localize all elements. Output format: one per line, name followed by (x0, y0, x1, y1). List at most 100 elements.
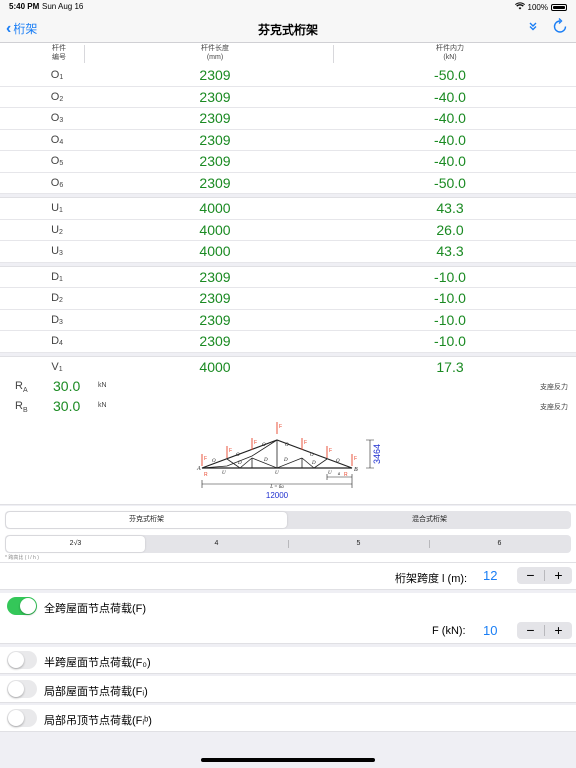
height-label: 3464 (372, 444, 382, 464)
member-id: U3 (50, 245, 64, 257)
table-row: D3 2309 -10.0 (0, 310, 576, 331)
full-span-load-switch[interactable] (7, 597, 37, 615)
svg-text:O: O (310, 453, 314, 458)
load-row-half-span: 半跨屋面节点荷载(F₀) (0, 647, 576, 674)
member-table: O1 2309 -50.0 O2 2309 -40.0 O3 2309 -40.0 O4 2309 -… (0, 65, 576, 400)
load-row-full-span: 全跨屋面节点荷载(F) (0, 593, 576, 620)
table-row: U1 4000 43.3 (0, 198, 576, 220)
member-id-sub: 6 (59, 181, 64, 189)
svg-text:U: U (328, 471, 332, 476)
member-id-letter: U (51, 245, 60, 257)
table-row: D4 2309 -10.0 (0, 331, 576, 353)
member-force: -40.0 (434, 153, 466, 169)
reaction-sub: B (22, 407, 28, 415)
full-span-load-label: 全跨屋面节点荷载(F) (44, 603, 147, 615)
segment-ratio-1[interactable]: 2√3 (6, 536, 145, 552)
local-roof-load-switch[interactable] (7, 680, 37, 698)
segment-mixed-truss[interactable]: 混合式桁架 (288, 511, 571, 529)
ratio-segmented-control: 2√3 4 5 6 (5, 535, 571, 553)
member-id-letter: U (51, 223, 60, 236)
member-id-sub: 2 (59, 297, 63, 304)
span-label: 12000 (266, 491, 289, 500)
navigation-bar: ‹ 桁架 芬克式桁架 (0, 14, 576, 43)
member-id-letter: V (51, 360, 59, 373)
svg-text:O: O (236, 453, 240, 458)
member-force: -50.0 (434, 67, 466, 83)
svg-text:F: F (254, 440, 257, 446)
member-force: -10.0 (434, 311, 466, 328)
svg-text:R: R (204, 472, 208, 478)
span-label-text: 桁架跨度 l (m): (395, 573, 468, 585)
truss-diagram-svg: FFFFFFF RR OOO OOO UUU DD DD A B 3464 L = … (196, 422, 382, 500)
segment-ratio-4[interactable]: 6 (429, 535, 570, 553)
switch-knob (20, 598, 36, 614)
local-ceiling-load-label: 局部吊顶节点荷载(Fᵢᵇ) (44, 715, 152, 727)
wifi-icon (514, 2, 525, 12)
member-id-sub: 4 (59, 138, 64, 146)
status-date: Sun Aug 16 (42, 2, 84, 11)
member-length: 2309 (199, 131, 231, 148)
force-row: F (kN): 10 − + (0, 619, 576, 644)
member-id-letter: U (51, 202, 60, 214)
member-id-sub: 3 (59, 117, 64, 124)
member-length: 4000 (199, 200, 231, 216)
member-id-sub: 5 (59, 160, 64, 167)
member-id: O2 (50, 91, 64, 103)
member-id-sub: 1 (59, 74, 64, 81)
formula-label: L = 6a (269, 485, 284, 490)
half-span-load-switch[interactable] (7, 651, 37, 669)
table-row: V1 4000 17.3 (0, 357, 576, 378)
table-row: O2 2309 -40.0 (0, 87, 576, 108)
center-members (251, 440, 303, 469)
segment-fink-truss[interactable]: 芬克式桁架 (6, 512, 287, 528)
local-ceiling-load-switch[interactable] (7, 709, 37, 727)
member-id-sub: 1 (58, 365, 63, 373)
member-id-letter: D (51, 335, 60, 347)
segment-ratio-3[interactable]: 5 (288, 535, 429, 553)
span-stepper: − + (517, 567, 572, 584)
member-length: 2309 (199, 290, 231, 306)
span-decrement-button[interactable]: − (517, 567, 544, 584)
column-member-length-line1: 杆件长度 (201, 45, 229, 52)
double-chevron-down-icon[interactable] (528, 21, 538, 34)
member-length: 2309 (199, 88, 231, 105)
force-increment-button[interactable]: + (545, 622, 572, 639)
svg-text:O: O (285, 443, 289, 448)
column-member-id-line1: 杆件 (52, 45, 66, 52)
column-member-id-line2: 编号 (52, 54, 66, 61)
member-id: U2 (50, 224, 64, 236)
svg-text:F: F (204, 456, 207, 462)
segment-ratio-2[interactable]: 4 (146, 535, 287, 553)
member-force: -10.0 (434, 268, 466, 285)
table-row: O6 2309 -50.0 (0, 173, 576, 194)
member-id-sub: 3 (59, 318, 63, 326)
reaction-name: R (15, 400, 23, 412)
member-force: 26.0 (436, 221, 464, 238)
table-row: O1 2309 -50.0 (0, 65, 576, 87)
member-id: O6 (50, 177, 64, 189)
column-divider (333, 45, 334, 63)
member-length: 2309 (199, 110, 231, 126)
refresh-icon[interactable] (553, 18, 567, 38)
force-decrement-button[interactable]: − (517, 622, 544, 639)
battery-icon (551, 3, 567, 11)
node-a-label: A (196, 466, 201, 472)
switch-knob (8, 710, 24, 726)
reaction-sub: A (22, 387, 28, 395)
member-id: O4 (50, 134, 64, 146)
span-increment-button[interactable]: + (545, 567, 572, 584)
reaction-value: 30.0 (53, 378, 81, 394)
column-member-id: 杆件 编号 (44, 44, 74, 62)
member-length: 4000 (199, 358, 231, 375)
table-row: D2 2309 -10.0 (0, 288, 576, 310)
member-force: 43.3 (436, 243, 464, 259)
member-id: D3 (50, 314, 64, 326)
member-id: D2 (50, 292, 64, 304)
member-id-sub: 1 (59, 207, 63, 214)
member-id: V1 (50, 361, 64, 373)
member-id-letter: D (51, 313, 60, 326)
reaction-unit: kN (98, 402, 107, 409)
table-row: U3 4000 43.3 (0, 241, 576, 263)
svg-text:O: O (262, 443, 266, 448)
member-force: 43.3 (436, 200, 464, 216)
